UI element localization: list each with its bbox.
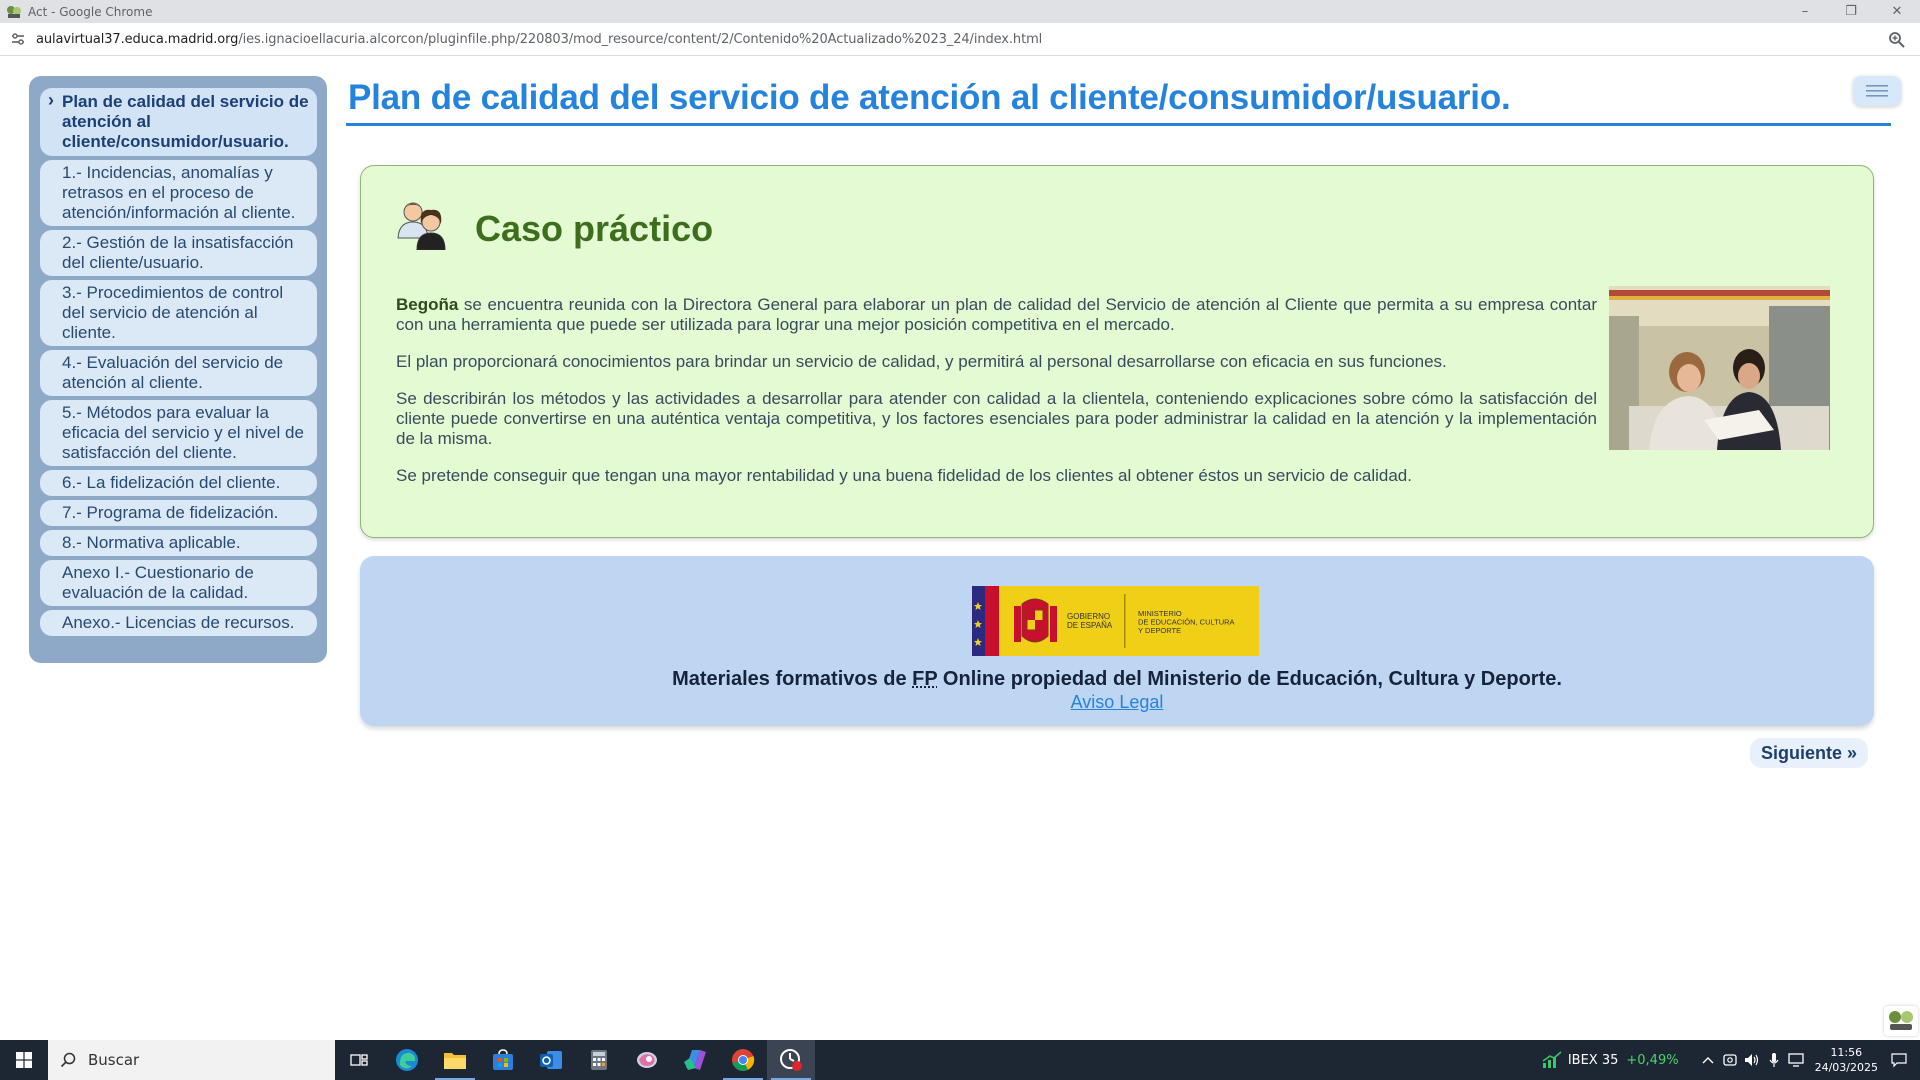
restore-button[interactable]: ❐	[1828, 0, 1874, 23]
sidebar-item-programa[interactable]: 7.- Programa de fidelización.	[40, 500, 317, 526]
network-icon	[1787, 1053, 1804, 1067]
title-divider	[346, 123, 1891, 126]
people-icon	[397, 202, 446, 250]
fp-abbreviation: FP	[912, 668, 938, 690]
sidebar-item-incidencias[interactable]: 1.- Incidencias, anomalías y retrasos en…	[40, 160, 317, 226]
edge-icon	[396, 1049, 418, 1071]
chrome-icon	[732, 1049, 755, 1071]
taskbar-microsoft-365[interactable]	[671, 1040, 719, 1080]
sidebar-item-normativa[interactable]: 8.- Normativa aplicable.	[40, 530, 317, 556]
microsoft-365-icon	[684, 1050, 706, 1070]
meeting-photo	[1609, 286, 1830, 450]
taskbar-clock[interactable]: 11:56 24/03/2025	[1815, 1045, 1878, 1075]
case-paragraph-3: Se describirán los métodos y las activid…	[396, 389, 1597, 448]
case-paragraph-2: El plan proporcionará conocimientos para…	[396, 352, 1447, 371]
window-controls: – ❐ ✕	[1782, 0, 1920, 23]
sidebar-item-insatisfaccion[interactable]: 2.- Gestión de la insatisfacción del cli…	[40, 230, 317, 276]
app-icon	[7, 5, 21, 18]
tray-network[interactable]	[1785, 1040, 1807, 1080]
menu-toggle-button[interactable]	[1853, 76, 1901, 106]
footer-text-end: Online propiedad del Ministerio de Educa…	[937, 668, 1562, 690]
case-paragraph-4: Se pretende conseguir que tengan una may…	[396, 466, 1412, 485]
taskbar-chrome[interactable]	[719, 1040, 767, 1080]
sidebar-item-metodos[interactable]: 5.- Métodos para evaluar la eficacia del…	[40, 400, 317, 466]
start-button[interactable]	[0, 1040, 48, 1080]
sidebar-nav: Plan de calidad del servicio de atención…	[29, 76, 327, 663]
logo-text-gobierno: GOBIERNO DE ESPAÑA	[1067, 612, 1113, 630]
footer-text-start: Materiales formativos de	[672, 668, 913, 690]
case-study-box: Caso práctico Begoña se encuentra reunid…	[360, 165, 1874, 538]
taskbar-store[interactable]	[479, 1040, 527, 1080]
case-paragraph-1: Begoña se encuentra reunida con la Direc…	[396, 295, 1597, 335]
taskbar-file-explorer[interactable]	[431, 1040, 479, 1080]
site-info-icon[interactable]	[10, 31, 26, 47]
case-heading: Caso práctico	[475, 208, 714, 249]
clock-date: 24/03/2025	[1814, 1061, 1878, 1074]
taskbar-copilot[interactable]	[623, 1040, 671, 1080]
case-text: Begoña se encuentra reunida con la Direc…	[396, 295, 1597, 503]
ibex-label[interactable]: IBEX 35	[1568, 1053, 1619, 1068]
extension-icon[interactable]	[1884, 1006, 1918, 1036]
url-host: aulavirtual37.educa.madrid.org	[36, 31, 239, 47]
footer-ownership-text: Materiales formativos de FP Online propi…	[360, 668, 1874, 691]
taskbar-search[interactable]: Buscar	[48, 1040, 335, 1080]
browser-title-bar: Act - Google Chrome – ❐ ✕	[0, 0, 1920, 23]
tray-volume[interactable]	[1741, 1040, 1763, 1080]
task-view-button[interactable]	[335, 1040, 383, 1080]
url-text[interactable]: aulavirtual37.educa.madrid.org/ies.ignac…	[36, 32, 1042, 47]
taskbar-active-app[interactable]	[767, 1040, 815, 1080]
url-path: /ies.ignacioellacuria.alcorcon/pluginfil…	[238, 31, 1043, 47]
calculator-icon	[591, 1050, 607, 1070]
search-icon	[60, 1052, 76, 1068]
character-name: Begoña	[396, 295, 459, 314]
chevron-up-icon	[1702, 1057, 1714, 1064]
sidebar-item-procedimientos[interactable]: 3.- Procedimientos de control del servic…	[40, 280, 317, 346]
sidebar-item-fidelizacion[interactable]: 6.- La fidelización del cliente.	[40, 470, 317, 496]
sidebar-item-anexo-i[interactable]: Anexo I.- Cuestionario de evaluación de …	[40, 560, 317, 606]
page-title: Plan de calidad del servicio de atención…	[348, 78, 1511, 117]
clock-time: 11:56	[1830, 1046, 1863, 1059]
notifications-button[interactable]	[1888, 1040, 1910, 1080]
stock-chart-icon	[1542, 1051, 1562, 1068]
speaker-icon	[1744, 1054, 1758, 1066]
window-title: Act - Google Chrome	[28, 4, 153, 19]
legal-notice-link[interactable]: Aviso Legal	[360, 692, 1874, 713]
sidebar-item-plan[interactable]: Plan de calidad del servicio de atención…	[40, 88, 317, 156]
search-placeholder: Buscar	[88, 1051, 140, 1069]
ibex-change[interactable]: +0,49%	[1626, 1053, 1678, 1068]
task-view-icon	[350, 1054, 368, 1066]
zoom-icon[interactable]	[1888, 31, 1906, 49]
store-icon	[493, 1049, 513, 1070]
tray-camera[interactable]	[1719, 1040, 1741, 1080]
camera-icon	[1722, 1054, 1737, 1066]
taskbar-edge[interactable]	[383, 1040, 431, 1080]
taskbar-calculator[interactable]	[575, 1040, 623, 1080]
outlook-icon	[540, 1051, 562, 1069]
taskbar: Buscar IBEX 35 +0,49% 11:56 24/03/2025	[0, 1040, 1920, 1080]
taskbar-outlook[interactable]	[527, 1040, 575, 1080]
copilot-icon	[637, 1052, 657, 1068]
windows-icon	[16, 1052, 32, 1068]
frog-icon	[1889, 1011, 1913, 1030]
government-logo: GOBIERNO DE ESPAÑA MINISTERIO DE EDUCACIÓN…	[972, 586, 1259, 656]
next-button[interactable]: Siguiente »	[1750, 738, 1868, 768]
tray-microphone[interactable]	[1763, 1040, 1785, 1080]
tray-overflow-button[interactable]	[1697, 1040, 1719, 1080]
sidebar-item-licencias[interactable]: Anexo.- Licencias de recursos.	[40, 610, 317, 636]
case-paragraph-1-text: se encuentra reunida con la Directora Ge…	[396, 295, 1597, 334]
notification-icon	[1891, 1053, 1907, 1068]
close-button[interactable]: ✕	[1874, 0, 1920, 23]
microphone-icon	[1769, 1053, 1779, 1067]
clock-app-icon	[780, 1049, 802, 1071]
system-tray: IBEX 35 +0,49% 11:56 24/03/2025	[1542, 1040, 1920, 1080]
hamburger-icon	[1866, 85, 1888, 97]
footer-box: GOBIERNO DE ESPAÑA MINISTERIO DE EDUCACIÓN…	[360, 556, 1874, 726]
folder-icon	[444, 1053, 466, 1069]
minimize-button[interactable]: –	[1782, 0, 1828, 23]
sidebar-item-evaluacion[interactable]: 4.- Evaluación del servicio de atención …	[40, 350, 317, 396]
address-bar[interactable]: aulavirtual37.educa.madrid.org/ies.ignac…	[0, 23, 1920, 56]
